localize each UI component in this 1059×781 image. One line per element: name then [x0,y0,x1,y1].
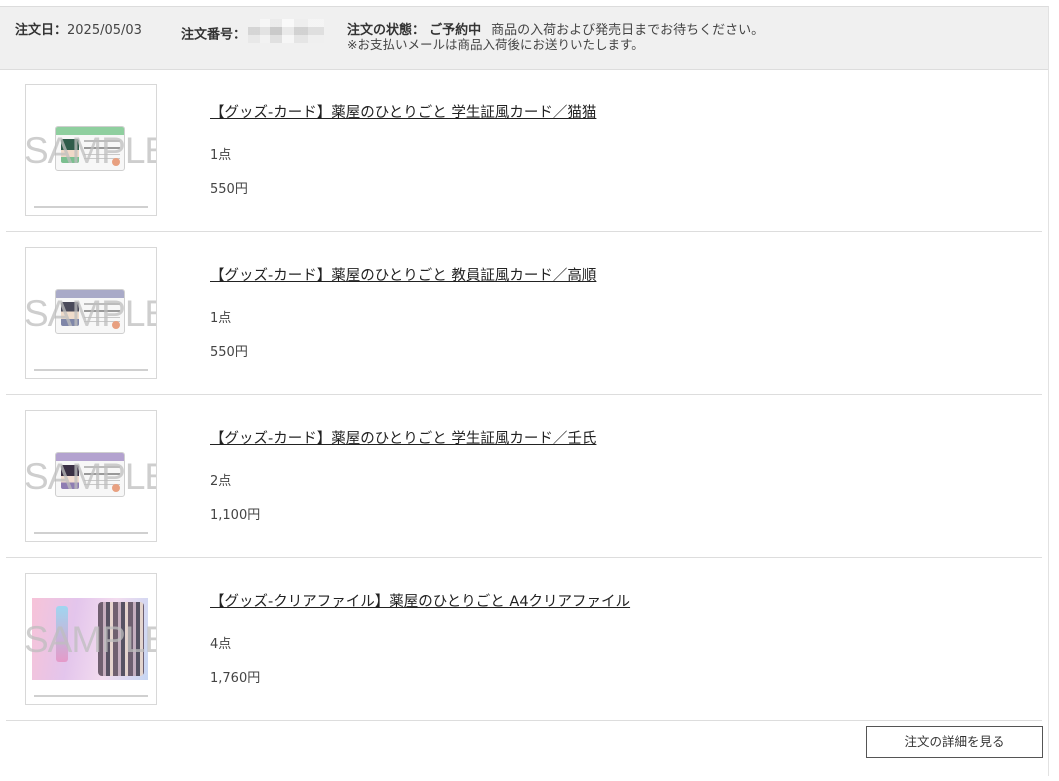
product-image[interactable]: SAMPLE [25,410,157,542]
product-image[interactable]: SAMPLE [25,247,157,379]
card-color-band [56,453,124,461]
title-logo-art [56,606,68,662]
card-portrait [61,139,79,163]
card-portrait [61,465,79,489]
order-status-message: 商品の入荷および発売日までお待ちください。 [491,23,765,38]
product-quantity: 4点 [210,637,232,652]
order-status-label: 注文の状態： [347,23,426,38]
order-date-label: 注文日： [15,23,68,38]
id-card-illustration [55,126,125,171]
card-stamp [112,321,120,329]
order-number-label: 注文番号： [181,27,247,43]
order-number-redacted [248,19,325,43]
product-title-link[interactable]: 【グッズ-カード】薬屋のひとりごと 教員証風カード／高順 [210,264,596,285]
id-card-illustration [55,452,125,497]
product-title-link[interactable]: 【グッズ-クリアファイル】薬屋のひとりごと A4クリアファイル [210,590,630,611]
product-image[interactable]: SAMPLE [25,573,157,705]
order-item: SAMPLE 【グッズ-カード】薬屋のひとりごと 学生証風カード／壬氏 2点 1… [6,395,1042,558]
product-price: 1,100円 [210,508,261,523]
product-price: 550円 [210,182,248,197]
card-color-band [56,127,124,135]
payment-note: ※お支払いメールは商品入荷後にお送りいたします。 [347,37,644,52]
product-title-link[interactable]: 【グッズ-カード】薬屋のひとりごと 学生証風カード／壬氏 [210,427,596,448]
card-stamp [112,484,120,492]
order-detail-button[interactable]: 注文の詳細を見る [866,726,1043,758]
product-price: 550円 [210,345,248,360]
product-title-link[interactable]: 【グッズ-カード】薬屋のひとりごと 学生証風カード／猫猫 [210,101,596,122]
product-quantity: 2点 [210,474,232,489]
order-date-value: 2025/05/03 [67,23,142,38]
image-footnote [34,532,148,534]
image-footnote [34,206,148,208]
order-card: 注文日：2025/05/03 注文番号： 注文の状態： ご予約中 商品の入荷および… [0,6,1049,776]
product-quantity: 1点 [210,148,232,163]
order-status-value: ご予約中 [429,23,482,38]
image-footnote [34,369,148,371]
product-image[interactable]: SAMPLE [25,84,157,216]
order-date: 注文日：2025/05/03 [15,23,142,38]
order-item: SAMPLE 【グッズ-クリアファイル】薬屋のひとりごと A4クリアファイル 4… [6,558,1042,721]
card-portrait [61,302,79,326]
clear-file-illustration [32,598,148,680]
order-number: 注文番号： [181,19,325,47]
order-status: 注文の状態： ご予約中 商品の入荷および発売日までお待ちください。 [347,23,764,38]
card-color-band [56,290,124,298]
characters-art [98,602,144,676]
card-stamp [112,158,120,166]
id-card-illustration [55,289,125,334]
image-footnote [34,695,148,697]
product-price: 1,760円 [210,671,261,686]
order-item: SAMPLE 【グッズ-カード】薬屋のひとりごと 学生証風カード／猫猫 1点 5… [6,69,1042,232]
product-quantity: 1点 [210,311,232,326]
order-item: SAMPLE 【グッズ-カード】薬屋のひとりごと 教員証風カード／高順 1点 5… [6,232,1042,395]
order-header: 注文日：2025/05/03 注文番号： 注文の状態： ご予約中 商品の入荷および… [0,7,1048,70]
